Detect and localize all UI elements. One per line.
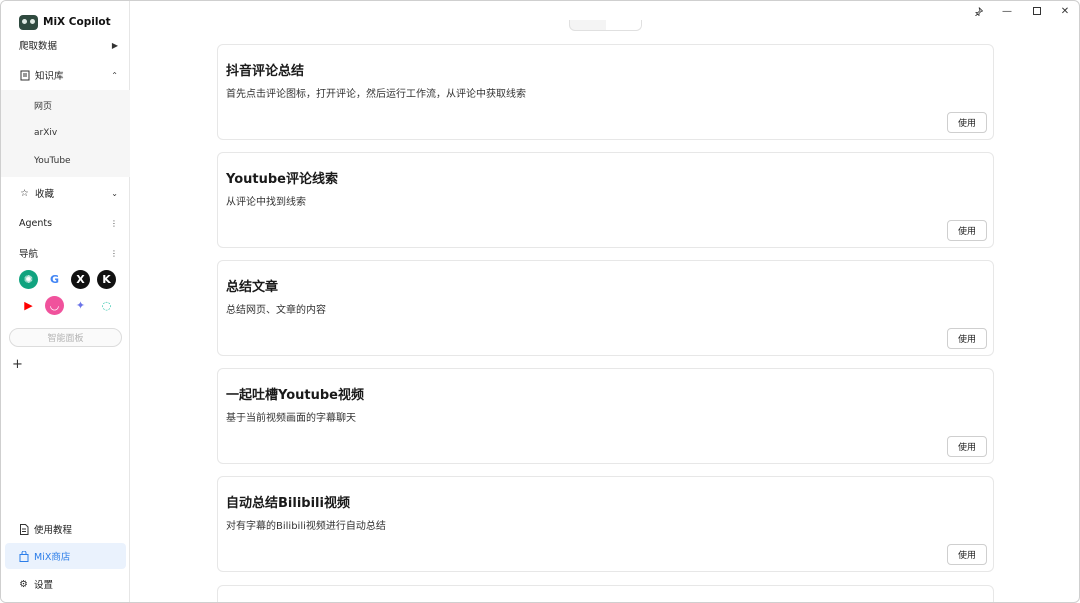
minimize-icon[interactable]: — — [996, 3, 1018, 19]
card-title: 一起吐槽Youtube视频 — [226, 388, 364, 403]
workflow-card: 总结文章总结网页、文章的内容使用 — [217, 260, 994, 356]
settings-button[interactable]: ⚙ 设置 — [5, 571, 126, 597]
workflow-card-partial[interactable] — [217, 585, 994, 602]
caret-right-icon: ▶ — [111, 40, 118, 50]
star-icon: ☆ — [20, 187, 29, 199]
card-description: 基于当前视频画面的字幕聊天 — [226, 413, 356, 424]
more-icon[interactable]: ⋮ — [110, 219, 118, 228]
card-title: 抖音评论总结 — [226, 64, 305, 79]
add-icon[interactable]: + — [12, 357, 23, 372]
app-window: MiX Copilot 爬取数据 ▶ 知识库 ⌃ 网页 arXiv YouTub… — [0, 0, 1080, 603]
mix-logo-icon — [19, 14, 38, 30]
sidebar-item-agents[interactable]: Agents ⋮ — [1, 211, 130, 235]
maximize-icon[interactable] — [1026, 3, 1048, 19]
gemini-icon[interactable]: ✦ — [71, 296, 90, 315]
tutorial-button[interactable]: 使用教程 — [5, 516, 126, 542]
use-button[interactable]: 使用 — [947, 436, 987, 457]
chevron-up-icon: ⌃ — [111, 70, 118, 80]
x-icon[interactable]: X — [71, 270, 90, 289]
use-button[interactable]: 使用 — [947, 112, 987, 133]
use-button[interactable]: 使用 — [947, 328, 987, 349]
view-toggle-left[interactable] — [570, 20, 606, 30]
card-title: 总结文章 — [226, 280, 279, 295]
use-button[interactable]: 使用 — [947, 544, 987, 565]
poe-icon[interactable]: ◡ — [45, 296, 64, 315]
view-toggle[interactable] — [569, 20, 642, 31]
sidebar-item-label: 知识库 — [35, 71, 64, 82]
sidebar-item-favorites[interactable]: ☆ 收藏 ⌄ — [1, 181, 130, 205]
sidebar-subitem-web[interactable]: 网页 — [34, 99, 52, 112]
card-description: 对有字幕的Bilibili视频进行自动总结 — [226, 521, 386, 532]
sidebar-item-scrape[interactable]: 爬取数据 ▶ — [1, 33, 130, 57]
app-name: MiX Copilot — [43, 16, 111, 28]
workflow-card: Youtube评论线索从评论中找到线索使用 — [217, 152, 994, 248]
tutorial-label: 使用教程 — [34, 525, 73, 536]
sidebar-item-label: Agents — [19, 217, 53, 229]
sidebar-item-navigation[interactable]: 导航 ⋮ — [1, 241, 130, 265]
store-button[interactable]: MiX商店 — [5, 543, 126, 569]
sidebar-item-label: 导航 — [19, 249, 39, 260]
loader-icon[interactable]: ◌ — [97, 296, 116, 315]
smart-panel-button[interactable]: 智能面板 — [9, 328, 122, 347]
sidebar-item-knowledge[interactable]: 知识库 ⌃ — [1, 63, 130, 87]
book-icon — [19, 70, 30, 81]
close-icon[interactable]: ✕ — [1054, 3, 1076, 19]
google-icon[interactable]: G — [45, 270, 64, 289]
card-title: 自动总结Bilibili视频 — [226, 496, 350, 511]
sidebar-item-label: 收藏 — [35, 189, 55, 200]
sidebar: MiX Copilot 爬取数据 ▶ 知识库 ⌃ 网页 arXiv YouTub… — [1, 1, 130, 602]
nav-icons-row-2: ▶ ◡ ✦ ◌ — [19, 296, 116, 315]
store-label: MiX商店 — [34, 552, 71, 563]
brand: MiX Copilot — [19, 13, 111, 31]
use-button[interactable]: 使用 — [947, 220, 987, 241]
youtube-icon[interactable]: ▶ — [19, 296, 38, 315]
card-title: Youtube评论线索 — [226, 172, 338, 187]
gear-icon: ⚙ — [19, 578, 28, 590]
document-icon — [18, 523, 29, 535]
sidebar-subitem-arxiv[interactable]: arXiv — [34, 128, 57, 138]
card-description: 总结网页、文章的内容 — [226, 305, 326, 316]
card-description: 从评论中找到线索 — [226, 197, 306, 208]
chatgpt-icon[interactable]: ✺ — [19, 270, 38, 289]
workflow-card: 一起吐槽Youtube视频基于当前视频画面的字幕聊天使用 — [217, 368, 994, 464]
settings-label: 设置 — [34, 580, 54, 591]
nav-icons-row-1: ✺ G X K — [19, 270, 116, 289]
workflow-card: 抖音评论总结首先点击评论图标，打开评论，然后运行工作流，从评论中获取线索使用 — [217, 44, 994, 140]
kimi-icon[interactable]: K — [97, 270, 116, 289]
chevron-down-icon: ⌄ — [111, 188, 118, 198]
shop-bag-icon — [18, 550, 29, 562]
view-toggle-right[interactable] — [606, 20, 641, 30]
more-icon[interactable]: ⋮ — [110, 249, 118, 258]
workflow-card: 自动总结Bilibili视频对有字幕的Bilibili视频进行自动总结使用 — [217, 476, 994, 572]
sidebar-item-label: 爬取数据 — [19, 41, 58, 52]
pin-icon[interactable] — [967, 3, 989, 19]
card-description: 首先点击评论图标，打开评论，然后运行工作流，从评论中获取线索 — [226, 89, 526, 100]
sidebar-subitem-youtube[interactable]: YouTube — [34, 156, 71, 166]
